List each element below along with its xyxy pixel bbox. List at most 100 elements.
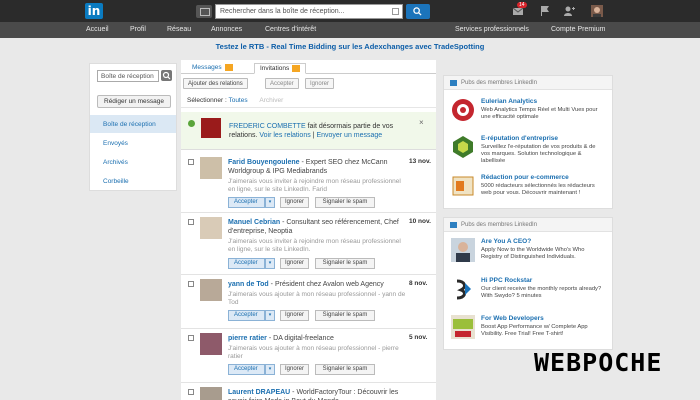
ignore-button[interactable]: Ignorer [280,310,309,321]
nav-compte-premium[interactable]: Compte Premium [551,26,605,33]
linkedin-logo[interactable]: in [85,3,103,19]
ad-description: Apply Now to the Worldwide Who's Who Reg… [481,247,585,260]
accept-button[interactable]: Accepter [228,258,265,269]
accept-button[interactable]: Accepter [228,197,265,208]
bulk-ignore-button[interactable]: Ignorer [305,78,335,89]
invitation-name[interactable]: yann de Tod [228,281,269,288]
ad-title[interactable]: Hi PPC Rockstar [481,277,532,284]
invitation-name[interactable]: pierre ratier [228,335,267,342]
inbox-search-button[interactable] [161,70,172,81]
tab-invitations[interactable]: Invitations [254,63,307,74]
ignore-button[interactable]: Ignorer [280,197,309,208]
invitation-checkbox[interactable] [188,219,194,225]
invitation-item: Laurent DRAPEAU - WorldFactoryTour : Déc… [181,385,436,400]
promo-banner[interactable]: Testez le RTB - Real Time Bidding sur le… [0,42,700,51]
invitation-name[interactable]: Laurent DRAPEAU [228,389,290,396]
tab-invitations-label: Invitations [260,65,290,73]
nav-profil[interactable]: Profil [130,26,146,33]
ad-title[interactable]: Are You A CEO? [481,238,531,245]
notice-name-link[interactable]: FREDERIC COMBETTE [229,123,306,130]
add-connection-icon[interactable] [563,5,575,17]
report-spam-button[interactable]: Signaler le spam [315,364,375,375]
invitation-title: - DA digital-freelance [266,335,334,342]
ads-header: Pubs des membres LinkedIn [444,76,612,90]
folder-sent[interactable]: Envoyés [90,134,176,152]
report-spam-button[interactable]: Signaler le spam [315,197,375,208]
send-message-link[interactable]: Envoyer un message [316,132,382,139]
nav-services-pro[interactable]: Services professionnels [455,26,529,33]
inbox-search-input[interactable]: Boîte de réception [97,70,159,82]
tab-messages[interactable]: Messages [187,63,238,74]
ad-title[interactable]: For Web Developers [481,315,544,322]
invitation-actions: Accepter ▾ Ignorer Signaler le spam [228,310,438,321]
accept-button[interactable]: Accepter [228,310,265,321]
invitation-actions: Accepter ▾ Ignorer Signaler le spam [228,364,438,375]
action-bar: Ajouter des relations Accepter Ignorer [181,76,436,91]
ceo-ad-icon [451,238,475,262]
add-connections-button[interactable]: Ajouter des relations [183,78,248,89]
ad-item[interactable]: E-réputation d'entreprise Surveillez l'e… [444,135,612,164]
folder-inbox[interactable]: Boîte de réception [90,115,176,133]
ad-item[interactable]: Rédaction pour e-commerce 5000 rédacteur… [444,174,612,202]
invitation-name[interactable]: Manuel Cebrian [228,219,280,226]
notice-avatar[interactable] [201,118,221,138]
invitation-item: pierre ratier - DA digital-freelance 5 n… [181,331,436,383]
linkedin-ads-icon [450,80,457,86]
flag-icon[interactable] [539,5,551,17]
chevron-down-icon[interactable]: ▾ [265,310,275,321]
search-input[interactable]: Rechercher dans la boîte de réception... [215,4,403,19]
chevron-down-icon[interactable]: ▾ [265,258,275,269]
nav-accueil[interactable]: Accueil [86,26,109,33]
archive-link[interactable]: Archiver [259,97,283,104]
folder-archived[interactable]: Archivés [90,153,176,171]
ad-description: Boost App Performance w/ Complete App Vi… [481,324,588,337]
advanced-search-icon[interactable] [392,8,399,15]
ignore-button[interactable]: Ignorer [280,364,309,375]
ppc-ad-icon [451,277,475,301]
invitation-checkbox[interactable] [188,389,194,395]
ad-item[interactable]: Are You A CEO? Apply Now to the Worldwid… [444,238,612,268]
invitation-checkbox[interactable] [188,335,194,341]
invitation-avatar[interactable] [200,387,222,400]
chevron-down-icon[interactable]: ▾ [265,364,275,375]
nav-centres-interet[interactable]: Centres d'intérêt [265,26,316,33]
bulk-accept-button[interactable]: Accepter [265,78,299,89]
nav-annonces[interactable]: Annonces [211,26,242,33]
ad-title[interactable]: Eulerian Analytics [481,98,537,105]
folder-trash[interactable]: Corbeille [90,172,176,190]
ad-item[interactable]: Hi PPC Rockstar Our client receive the m… [444,277,612,305]
invitation-avatar[interactable] [200,279,222,301]
ad-item[interactable]: Eulerian Analytics Web Analytics Temps R… [444,98,612,126]
report-spam-button[interactable]: Signaler le spam [315,310,375,321]
invitation-name[interactable]: Farid Bouyengoulene [228,159,300,166]
ad-title[interactable]: E-réputation d'entreprise [481,135,558,142]
view-relations-link[interactable]: Voir les relations [259,132,310,139]
invitation-date: 10 nov. [409,218,431,225]
invitation-header: Laurent DRAPEAU - WorldFactoryTour : Déc… [228,388,406,400]
search-icon [162,71,171,80]
invitation-avatar[interactable] [200,157,222,179]
invitation-avatar[interactable] [200,333,222,355]
report-spam-button[interactable]: Signaler le spam [315,258,375,269]
invitation-header: Manuel Cebrian - Consultant seo référenc… [228,218,406,236]
ads-header: Pubs des membres LinkedIn [444,218,612,232]
nav-reseau[interactable]: Réseau [167,26,191,33]
close-icon[interactable]: × [419,118,424,127]
invitation-item: Farid Bouyengoulene - Expert SEO chez Mc… [181,155,436,213]
search-icon [413,7,422,16]
chevron-down-icon[interactable]: ▾ [265,197,275,208]
top-bar: in Rechercher dans la boîte de réception… [0,0,700,22]
ignore-button[interactable]: Ignorer [280,258,309,269]
search-button[interactable] [406,4,430,19]
compose-message-button[interactable]: Rédiger un message [97,95,171,108]
search-category-icon[interactable] [196,5,212,18]
search-placeholder: Rechercher dans la boîte de réception... [220,8,345,15]
invitation-avatar[interactable] [200,217,222,239]
invitation-checkbox[interactable] [188,281,194,287]
ad-item[interactable]: For Web Developers Boost App Performance… [444,315,612,345]
select-all-link[interactable]: Toutes [228,97,247,104]
accept-button[interactable]: Accepter [228,364,265,375]
profile-avatar[interactable] [591,5,603,17]
ad-title[interactable]: Rédaction pour e-commerce [481,174,569,181]
invitation-checkbox[interactable] [188,159,194,165]
